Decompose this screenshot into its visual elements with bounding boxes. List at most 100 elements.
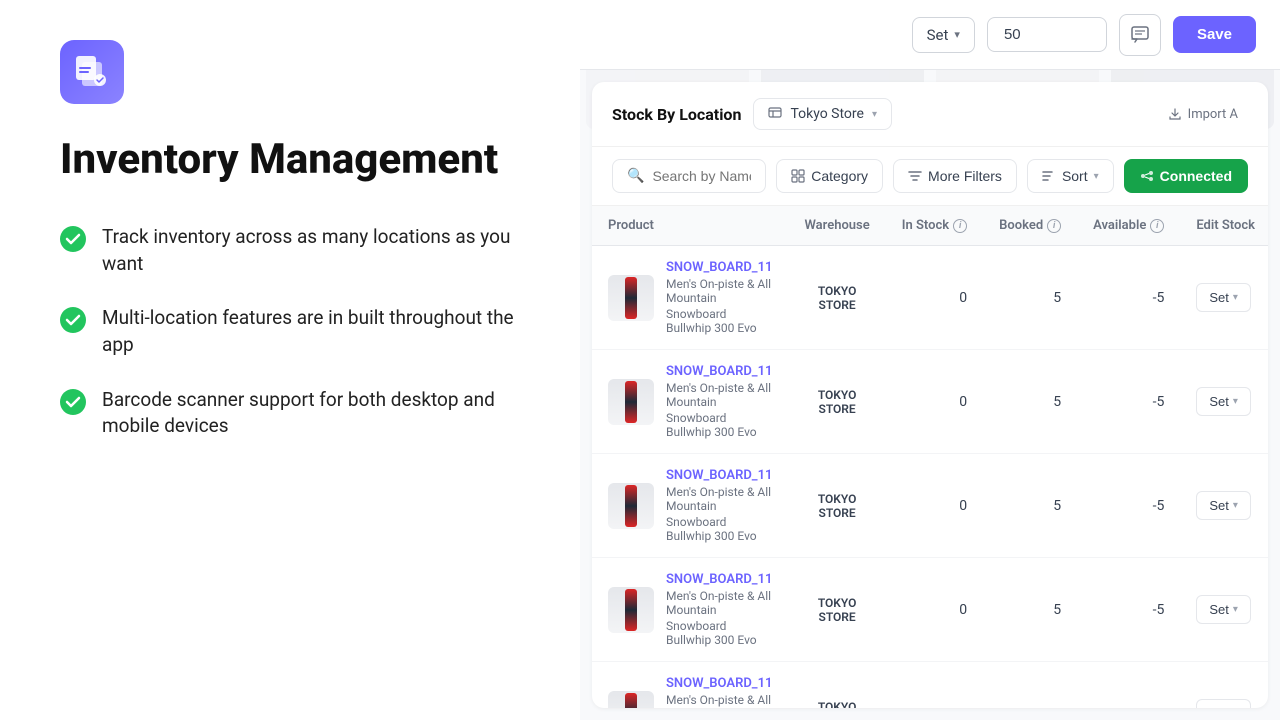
col-edit-stock: Edit Stock [1180,206,1268,246]
cell-available-3: -5 [1077,558,1180,662]
save-button[interactable]: Save [1173,16,1256,53]
cell-product-0: SNOW_BOARD_11 Men's On-piste & All Mount… [592,246,788,350]
import-icon [1168,107,1182,121]
product-thumbnail-2 [608,483,654,529]
warehouse-text-2: TOKYO STORE [804,492,869,520]
sort-button[interactable]: Sort ▾ [1027,159,1114,193]
snowboard-img-3 [625,589,637,631]
cell-booked-3: 5 [983,558,1077,662]
product-cell-3: SNOW_BOARD_11 Men's On-piste & All Mount… [608,572,772,647]
set-cell-3: Set ▾ [1196,595,1255,624]
stock-panel: Stock By Location Tokyo Store ▾ Import [592,82,1268,708]
cell-warehouse-4: TOKYO STORE [788,662,885,709]
set-cell-1: Set ▾ [1196,387,1255,416]
product-thumbnail-1 [608,379,654,425]
product-sku-2[interactable]: SNOW_BOARD_11 [666,468,772,483]
row-set-chevron-icon-2: ▾ [1233,500,1238,511]
snowboard-img-0 [625,277,637,319]
set-cell-4: Set ▾ [1196,699,1255,708]
product-variant-2: Snowboard Bullwhip 300 Evo [666,515,772,543]
product-sku-1[interactable]: SNOW_BOARD_11 [666,364,772,379]
in-stock-info-icon: i [953,219,967,233]
product-name-4: Men's On-piste & All Mountain [666,693,772,708]
set-dropdown[interactable]: Set ▾ [912,17,975,53]
category-filter-label: Category [811,168,868,184]
cell-product-4: SNOW_BOARD_11 Men's On-piste & All Mount… [592,662,788,709]
sort-icon [1042,169,1056,183]
row-set-button-0[interactable]: Set ▾ [1196,283,1251,312]
sort-label: Sort [1062,168,1088,184]
product-name-2: Men's On-piste & All Mountain [666,485,772,513]
cell-booked-0: 5 [983,246,1077,350]
feature-item-3: Barcode scanner support for both desktop… [60,387,520,440]
connected-label: Connected [1160,168,1232,184]
set-cell-0: Set ▾ [1196,283,1255,312]
search-box[interactable]: 🔍 [612,159,766,193]
set-cell-2: Set ▾ [1196,491,1255,520]
feature-item-1: Track inventory across as many locations… [60,224,520,277]
cell-available-1: -5 [1077,350,1180,454]
snowboard-img-4 [625,693,637,709]
logo-icon [74,54,110,90]
inventory-table: Product Warehouse In Stock i [592,206,1268,708]
table-row: SNOW_BOARD_11 Men's On-piste & All Mount… [592,454,1268,558]
location-label: Tokyo Store [790,106,864,122]
product-name-0: Men's On-piste & All Mountain [666,277,772,305]
snowboard-img-1 [625,381,637,423]
product-sku-0[interactable]: SNOW_BOARD_11 [666,260,772,275]
table-row: SNOW_BOARD_11 Men's On-piste & All Mount… [592,350,1268,454]
main-title: Inventory Management [60,136,520,184]
check-icon-3 [60,389,86,415]
location-chevron-icon: ▾ [872,109,877,120]
product-thumbnail-0 [608,275,654,321]
product-sku-4[interactable]: SNOW_BOARD_11 [666,676,772,691]
check-icon-2 [60,307,86,333]
product-name-3: Men's On-piste & All Mountain [666,589,772,617]
stock-title-area: Stock By Location Tokyo Store ▾ [612,98,892,130]
connected-icon [1140,169,1154,183]
product-cell-4: SNOW_BOARD_11 Men's On-piste & All Mount… [608,676,772,708]
cell-product-1: SNOW_BOARD_11 Men's On-piste & All Mount… [592,350,788,454]
product-sku-3[interactable]: SNOW_BOARD_11 [666,572,772,587]
product-name-1: Men's On-piste & All Mountain [666,381,772,409]
location-selector[interactable]: Tokyo Store ▾ [753,98,892,130]
comment-button[interactable] [1119,14,1161,56]
cell-warehouse-0: TOKYO STORE [788,246,885,350]
product-info-0: SNOW_BOARD_11 Men's On-piste & All Mount… [666,260,772,335]
row-set-button-3[interactable]: Set ▾ [1196,595,1251,624]
col-in-stock: In Stock i [886,206,983,246]
category-filter-button[interactable]: Category [776,159,883,193]
cell-in-stock-2: 0 [886,454,983,558]
search-input[interactable] [652,168,751,184]
app-logo [60,40,124,104]
table-row: SNOW_BOARD_11 Men's On-piste & All Mount… [592,662,1268,709]
row-set-button-4[interactable]: Set ▾ [1196,699,1251,708]
more-filters-button[interactable]: More Filters [893,159,1017,193]
cell-edit-stock-1: Set ▾ [1180,350,1268,454]
connected-button[interactable]: Connected [1124,159,1248,193]
import-label: Import A [1188,107,1238,122]
cell-in-stock-4: 0 [886,662,983,709]
warehouse-text-4: TOKYO STORE [804,700,869,709]
import-button[interactable]: Import A [1158,101,1248,128]
top-bar: Set ▾ Save [580,0,1280,70]
table-container: Product Warehouse In Stock i [592,206,1268,708]
product-variant-1: Snowboard Bullwhip 300 Evo [666,411,772,439]
right-panel: Set ▾ Save Stock By Location [580,0,1280,720]
available-info-icon: i [1150,219,1164,233]
check-icon-1 [60,226,86,252]
cell-edit-stock-2: Set ▾ [1180,454,1268,558]
filter-icon [908,169,922,183]
row-set-chevron-icon-3: ▾ [1233,604,1238,615]
cell-in-stock-3: 0 [886,558,983,662]
cell-in-stock-0: 0 [886,246,983,350]
row-set-button-2[interactable]: Set ▾ [1196,491,1251,520]
row-set-button-1[interactable]: Set ▾ [1196,387,1251,416]
booked-info-icon: i [1047,219,1061,233]
cell-booked-1: 5 [983,350,1077,454]
warehouse-text-0: TOKYO STORE [804,284,869,312]
product-info-4: SNOW_BOARD_11 Men's On-piste & All Mount… [666,676,772,708]
cell-product-3: SNOW_BOARD_11 Men's On-piste & All Mount… [592,558,788,662]
quantity-input[interactable] [987,17,1107,52]
product-thumbnail-4 [608,691,654,709]
